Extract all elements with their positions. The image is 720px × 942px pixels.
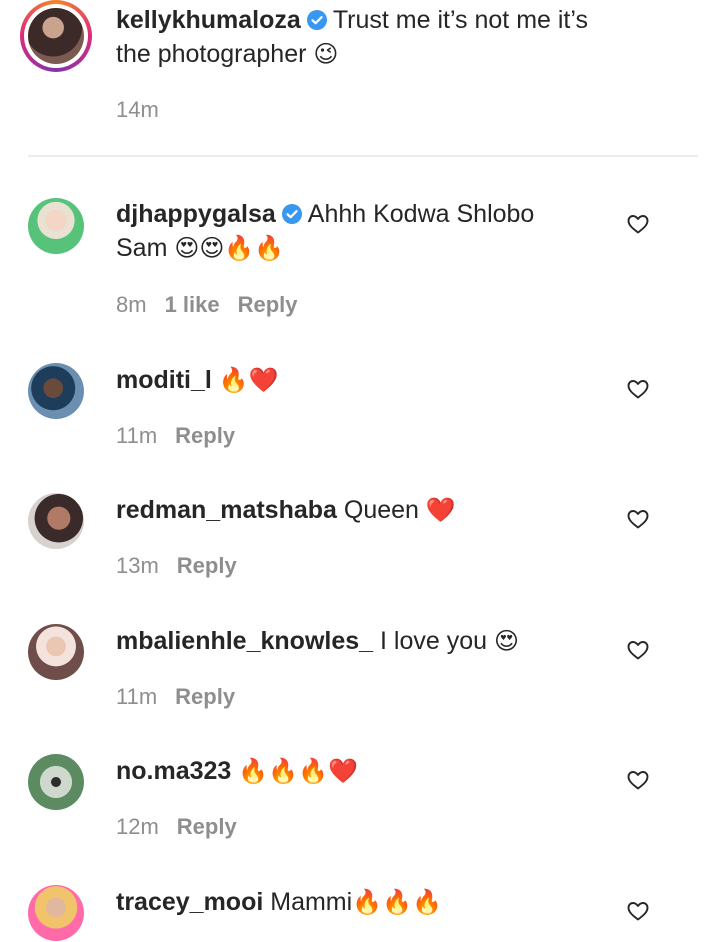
caption-line-2: the photographer 😉 <box>116 37 338 71</box>
avatar[interactable] <box>28 754 84 810</box>
comment-emoji: 😍😍🔥🔥 <box>174 234 285 262</box>
comment-username[interactable]: djhappygalsa <box>116 200 276 228</box>
comment-emoji: 🔥🔥🔥 <box>352 888 442 916</box>
comment-username[interactable]: tracey_mooi <box>116 888 263 916</box>
comment-line-1: djhappygalsa Ahhh Kodwa Shlobo <box>116 197 534 231</box>
caption-username[interactable]: kellykhumaloza <box>116 6 301 34</box>
comment-text: I love you <box>380 627 488 655</box>
comment-username[interactable]: no.ma323 <box>116 757 231 785</box>
comment-meta: 11m Reply <box>116 422 253 450</box>
comment-meta: 12m Reply <box>116 813 255 841</box>
verified-badge-icon <box>281 204 302 224</box>
caption-text-line-2: the photographer <box>116 40 307 68</box>
comment-line-1: moditi_l 🔥❤️ <box>116 363 279 397</box>
avatar[interactable] <box>28 885 84 941</box>
comment-emoji: 🔥🔥🔥❤️ <box>238 757 358 785</box>
avatar[interactable] <box>28 363 84 419</box>
caption-line-1: kellykhumaloza Trust me it’s not me it’s <box>116 3 588 37</box>
comment-time: 8m <box>116 292 147 317</box>
comment-time: 12m <box>116 814 159 839</box>
heart-outline-icon[interactable] <box>626 212 650 236</box>
comment-username[interactable]: redman_matshaba <box>116 496 337 524</box>
avatar[interactable] <box>28 624 84 680</box>
comment-line-1: no.ma323 🔥🔥🔥❤️ <box>116 754 358 788</box>
comment-meta: 8m 1 like Reply <box>116 291 316 319</box>
comment-text: Queen <box>343 496 419 524</box>
comment-meta: 13m Reply <box>116 552 255 580</box>
heart-outline-icon[interactable] <box>626 507 650 531</box>
comment-line-1: tracey_mooi Mammi🔥🔥🔥 <box>116 885 442 919</box>
reply-button[interactable]: Reply <box>175 423 235 448</box>
comment-line-1: redman_matshaba Queen ❤️ <box>116 493 456 527</box>
comment-line-2: Sam 😍😍🔥🔥 <box>116 231 284 265</box>
reply-button[interactable]: Reply <box>177 553 237 578</box>
comment-text-line-2: Sam <box>116 234 168 262</box>
caption-time: 14m <box>116 97 159 122</box>
heart-outline-icon[interactable] <box>626 899 650 923</box>
caption-avatar-image <box>28 8 84 64</box>
caption-divider <box>28 155 698 157</box>
comment-time: 11m <box>116 423 158 448</box>
avatar[interactable] <box>28 493 84 549</box>
comment-meta: 11m Reply <box>116 683 253 711</box>
comment-text: Mammi <box>270 888 353 916</box>
caption-text-line-1: Trust me it’s not me it’s <box>332 6 588 34</box>
comment-username[interactable]: moditi_l <box>116 366 212 394</box>
comment-time: 11m <box>116 684 158 709</box>
caption-avatar[interactable] <box>20 0 92 72</box>
comment-emoji: 😍 <box>493 627 519 655</box>
comment-username[interactable]: mbalienhle_knowles_ <box>116 627 373 655</box>
comment-text-line-1: Ahhh Kodwa Shlobo <box>307 200 535 228</box>
comment-line-1: mbalienhle_knowles_ I love you 😍 <box>116 624 519 658</box>
reply-button[interactable]: Reply <box>175 684 235 709</box>
heart-outline-icon[interactable] <box>626 377 650 401</box>
comment-emoji: ❤️ <box>425 496 456 524</box>
comment-time: 13m <box>116 553 159 578</box>
avatar[interactable] <box>28 198 84 254</box>
caption-emoji: 😉 <box>313 40 339 68</box>
heart-outline-icon[interactable] <box>626 638 650 662</box>
reply-button[interactable]: Reply <box>177 814 237 839</box>
heart-outline-icon[interactable] <box>626 768 650 792</box>
likes-count[interactable]: 1 like <box>165 292 220 317</box>
caption-meta: 14m <box>116 96 177 124</box>
reply-button[interactable]: Reply <box>238 292 298 317</box>
comment-emoji: 🔥❤️ <box>218 366 279 394</box>
verified-badge-icon <box>306 10 327 30</box>
